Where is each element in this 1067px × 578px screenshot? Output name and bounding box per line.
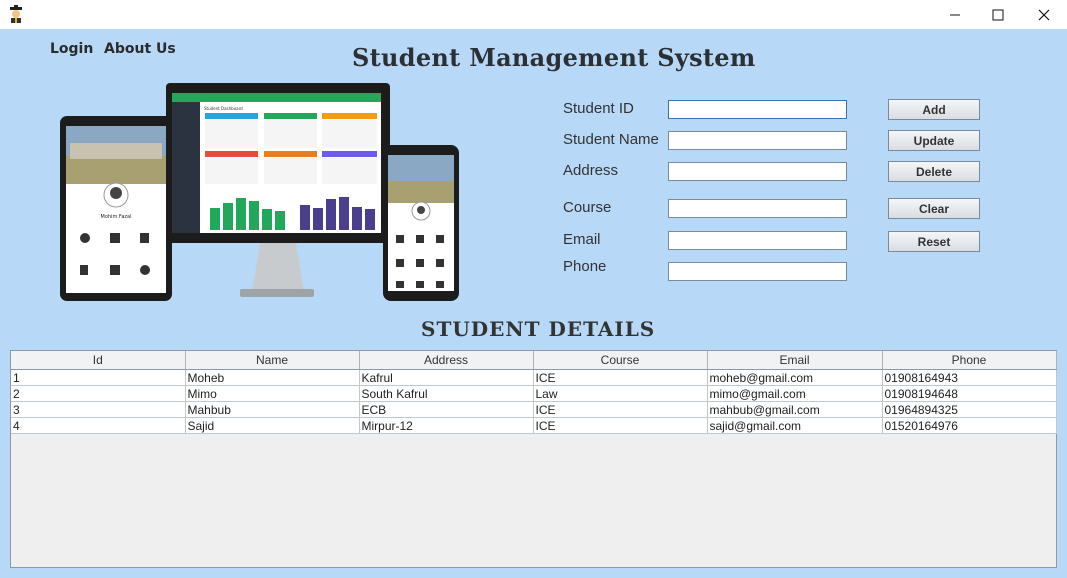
reset-button[interactable]: Reset — [888, 231, 980, 252]
delete-button[interactable]: Delete — [888, 161, 980, 182]
tablet-image: Mohim Fazal — [60, 116, 172, 301]
column-header-id[interactable]: Id — [11, 351, 186, 370]
student-table[interactable]: Id Name Address Course Email Phone 1 Moh… — [10, 350, 1057, 568]
table-row[interactable]: 1 Moheb Kafrul ICE moheb@gmail.com 01908… — [11, 369, 1057, 386]
cell-email: mimo@gmail.com — [707, 385, 883, 402]
cell-email: sajid@gmail.com — [707, 417, 883, 434]
clear-button[interactable]: Clear — [888, 198, 980, 219]
student-id-input[interactable] — [668, 100, 847, 119]
column-header-email[interactable]: Email — [707, 351, 883, 370]
student-id-label: Student ID — [563, 100, 634, 117]
column-header-address[interactable]: Address — [359, 351, 534, 370]
cell-phone: 01908164943 — [882, 369, 1057, 386]
page-title: Student Management System — [352, 43, 756, 72]
cell-course: Law — [533, 385, 708, 402]
table-row[interactable]: 2 Mimo South Kafrul Law mimo@gmail.com 0… — [11, 385, 1057, 402]
about-us-menu[interactable]: About Us — [104, 41, 176, 57]
table-row[interactable]: 4 Sajid Mirpur-12 ICE sajid@gmail.com 01… — [11, 417, 1057, 434]
email-input[interactable] — [668, 231, 847, 250]
email-label: Email — [563, 231, 601, 248]
column-header-name[interactable]: Name — [185, 351, 360, 370]
cell-address: South Kafrul — [359, 385, 534, 402]
address-label: Address — [563, 162, 619, 179]
close-icon — [1038, 9, 1050, 20]
main-frame: Login About Us Student Management System… — [0, 29, 1067, 578]
cell-phone: 01908194648 — [882, 385, 1057, 402]
maximize-icon — [992, 9, 1004, 20]
table-row[interactable]: 3 Mahbub ECB ICE mahbub@gmail.com 019648… — [11, 401, 1057, 418]
update-button[interactable]: Update — [888, 130, 980, 151]
column-header-course[interactable]: Course — [533, 351, 708, 370]
minimize-button[interactable] — [932, 0, 978, 29]
maximize-button[interactable] — [975, 0, 1021, 29]
phone-input[interactable] — [668, 262, 847, 281]
cell-course: ICE — [533, 369, 708, 386]
column-header-phone[interactable]: Phone — [882, 351, 1057, 370]
minimize-icon — [950, 14, 960, 15]
course-input[interactable] — [668, 199, 847, 218]
student-name-label: Student Name — [563, 131, 659, 148]
address-input[interactable] — [668, 162, 847, 181]
student-details-title: STUDENT DETAILS — [421, 317, 656, 341]
cell-name: Sajid — [185, 417, 360, 434]
cell-id: 2 — [11, 385, 186, 402]
laptop-title: Student Dashboard — [204, 106, 243, 111]
table-header-row: Id Name Address Course Email Phone — [11, 351, 1057, 370]
cell-address: Mirpur-12 — [359, 417, 534, 434]
phone-label: Phone — [563, 258, 607, 275]
cell-phone: 01964894325 — [882, 401, 1057, 418]
phone-image — [383, 145, 459, 301]
cell-phone: 01520164976 — [882, 417, 1057, 434]
cell-address: Kafrul — [359, 369, 534, 386]
devices-illustration: Mohim Fazal Student Dashboard — [60, 83, 459, 301]
course-label: Course — [563, 199, 612, 216]
cell-id: 1 — [11, 369, 186, 386]
profile-name: Mohim Fazal — [101, 214, 132, 220]
monitor-image: Student Dashboard — [166, 83, 390, 297]
cell-course: ICE — [533, 417, 708, 434]
cell-email: mahbub@gmail.com — [707, 401, 883, 418]
cell-name: Mimo — [185, 385, 360, 402]
cell-email: moheb@gmail.com — [707, 369, 883, 386]
graduate-icon — [10, 5, 22, 23]
close-button[interactable] — [1021, 0, 1067, 29]
cell-id: 4 — [11, 417, 186, 434]
student-name-input[interactable] — [668, 131, 847, 150]
cell-name: Moheb — [185, 369, 360, 386]
cell-name: Mahbub — [185, 401, 360, 418]
login-menu[interactable]: Login — [50, 41, 93, 57]
cell-course: ICE — [533, 401, 708, 418]
cell-id: 3 — [11, 401, 186, 418]
cell-address: ECB — [359, 401, 534, 418]
window-titlebar — [0, 0, 1067, 29]
add-button[interactable]: Add — [888, 99, 980, 120]
